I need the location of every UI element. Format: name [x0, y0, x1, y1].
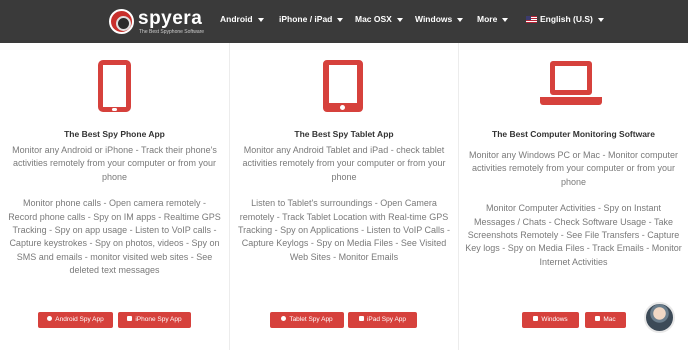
logo-text: spyera — [138, 8, 203, 29]
windows-label: Windows — [541, 316, 568, 323]
nav-mac-osx-label: Mac OSX — [355, 14, 392, 24]
tablet-spy-app-label: Tablet Spy App — [289, 316, 333, 323]
nav-more[interactable]: More — [477, 14, 509, 24]
computer-details: Monitor Computer Activities - Spy on Ins… — [465, 203, 682, 267]
tablet-icon — [323, 60, 363, 112]
chevron-down-icon — [337, 17, 344, 22]
ipad-spy-app-label: iPad Spy App — [366, 316, 407, 323]
support-chat-avatar[interactable] — [644, 302, 675, 333]
android-spy-app-label: Android Spy App — [55, 316, 104, 323]
nav-more-label: More — [477, 14, 498, 24]
column-divider — [229, 43, 230, 350]
computer-column-title: The Best Computer Monitoring Software — [492, 129, 655, 139]
windows-icon — [533, 315, 539, 321]
us-flag-icon — [526, 16, 537, 24]
logo-icon — [109, 9, 134, 34]
column-divider — [458, 43, 459, 350]
mac-label: Mac — [603, 316, 616, 323]
apple-icon — [358, 315, 364, 321]
nav-iphone-ipad[interactable]: iPhone / iPad — [279, 14, 344, 24]
chevron-down-icon — [396, 17, 403, 22]
nav-language-label: English (U.S) — [540, 14, 593, 24]
mac-button[interactable]: Mac — [585, 312, 626, 328]
tablet-column-title: The Best Spy Tablet App — [294, 129, 394, 139]
chevron-down-icon — [457, 17, 464, 22]
phone-column-text: Monitor any Android or iPhone - Track th… — [8, 144, 221, 278]
chevron-down-icon — [597, 17, 604, 22]
top-navbar: spyera The Best Spyphone Software Androi… — [0, 0, 688, 43]
apple-icon — [127, 315, 133, 321]
iphone-spy-app-label: iPhone Spy App — [135, 316, 182, 323]
phone-intro: Monitor any Android or iPhone - Track th… — [12, 145, 217, 182]
nav-windows[interactable]: Windows — [415, 14, 464, 24]
nav-language[interactable]: English (U.S) — [526, 14, 604, 24]
phone-column-title: The Best Spy Phone App — [64, 129, 165, 139]
chevron-down-icon — [257, 17, 264, 22]
nav-android-label: Android — [220, 14, 253, 24]
tablet-details: Listen to Tablet's surroundings - Open C… — [237, 198, 451, 262]
phone-icon — [98, 60, 131, 112]
android-icon — [281, 315, 287, 321]
tablet-spy-app-button[interactable]: Tablet Spy App — [270, 312, 344, 328]
phone-details: Monitor phone calls - Open camera remote… — [8, 198, 221, 276]
computer-intro: Monitor any Windows PC or Mac - Monitor … — [468, 150, 679, 187]
nav-iphone-ipad-label: iPhone / iPad — [279, 14, 333, 24]
chevron-down-icon — [502, 17, 509, 22]
android-icon — [47, 315, 53, 321]
spyera-logo[interactable]: spyera The Best Spyphone Software — [109, 7, 204, 37]
windows-button[interactable]: Windows — [522, 312, 579, 328]
nav-android[interactable]: Android — [220, 14, 264, 24]
computer-column-text: Monitor any Windows PC or Mac - Monitor … — [465, 149, 682, 269]
nav-windows-label: Windows — [415, 14, 453, 24]
logo-tagline: The Best Spyphone Software — [139, 29, 205, 35]
android-spy-app-button[interactable]: Android Spy App — [38, 312, 113, 328]
tablet-intro: Monitor any Android Tablet and iPad - ch… — [242, 145, 446, 182]
laptop-icon — [540, 61, 602, 105]
apple-icon — [595, 315, 601, 321]
iphone-spy-app-button[interactable]: iPhone Spy App — [118, 312, 191, 328]
tablet-column-text: Monitor any Android Tablet and iPad - ch… — [236, 144, 452, 264]
ipad-spy-app-button[interactable]: iPad Spy App — [348, 312, 417, 328]
nav-mac-osx[interactable]: Mac OSX — [355, 14, 403, 24]
